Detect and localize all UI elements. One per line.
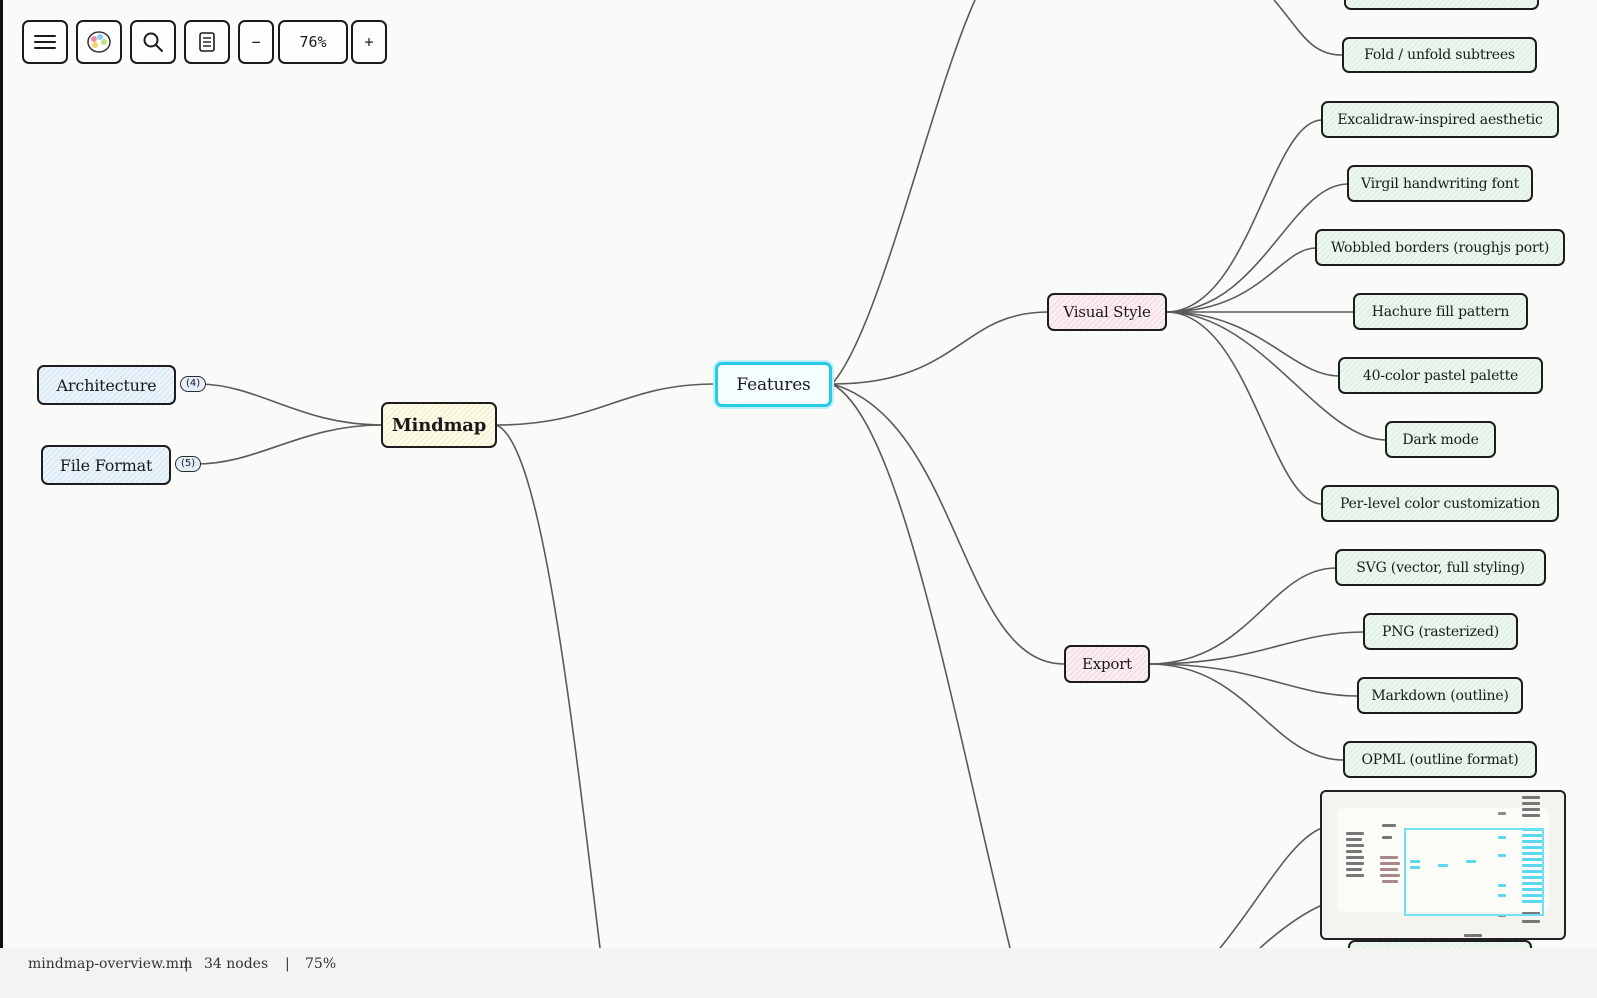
edge-export-svg [1148, 567, 1337, 665]
menu-button[interactable] [22, 20, 68, 64]
minimap-line [1382, 836, 1392, 839]
zoom-level-display[interactable]: 76% [278, 20, 348, 64]
node-mindmap-root[interactable]: Mindmap [381, 402, 497, 448]
edge-lower-1 [1219, 827, 1323, 949]
collapsed-count-badge-file-format[interactable]: (5) [175, 456, 202, 472]
minimap[interactable] [1320, 790, 1566, 940]
node-visual-style[interactable]: Visual Style [1047, 293, 1167, 331]
edge-export-markdown [1148, 663, 1359, 697]
minimap-line [1382, 880, 1398, 883]
edge-lower-2 [1259, 904, 1323, 949]
node-dark-mode[interactable]: Dark mode [1385, 421, 1496, 458]
node-fold-unfold[interactable]: Fold / unfold subtrees [1342, 37, 1537, 73]
search-icon [143, 32, 163, 52]
minimap-line [1380, 874, 1400, 877]
status-separator: | [285, 956, 290, 972]
status-filename: mindmap-overview.mm [28, 956, 193, 972]
node-excalidraw-aesthetic[interactable]: Excalidraw-inspired aesthetic [1321, 101, 1559, 138]
zoom-in-label: + [364, 33, 374, 51]
node-virgil-font[interactable]: Virgil handwriting font [1347, 165, 1533, 202]
collapsed-count-badge-architecture[interactable]: (4) [180, 376, 207, 392]
minimap-line [1346, 856, 1364, 859]
minimap-line [1380, 856, 1398, 859]
minimap-line [1464, 934, 1482, 937]
status-separator: | [184, 956, 189, 972]
edge-export-png [1148, 631, 1365, 665]
zoom-out-label: − [251, 33, 261, 51]
minimap-line [1380, 862, 1400, 865]
node-per-level-color[interactable]: Per-level color customization [1321, 485, 1559, 522]
minimap-line [1346, 862, 1364, 865]
edge-features-down [831, 383, 1011, 949]
minimap-line [1346, 838, 1362, 841]
outline-button[interactable] [184, 20, 230, 64]
edge-visual-palette [1165, 311, 1341, 377]
node-export-svg[interactable]: SVG (vector, full styling) [1335, 549, 1546, 586]
node-export-opml[interactable]: OPML (outline format) [1343, 741, 1537, 778]
edge-mindmap-fileformat [195, 424, 383, 465]
minimap-line [1346, 850, 1362, 853]
zoom-level-text: 76% [299, 33, 327, 51]
status-zoom: 75% [305, 956, 337, 972]
node-pastel-palette[interactable]: 40-color pastel palette [1338, 357, 1543, 394]
theme-palette-button[interactable] [76, 20, 122, 64]
node-export-markdown[interactable]: Markdown (outline) [1357, 677, 1523, 714]
minimap-line [1522, 814, 1540, 817]
status-node-count: 34 nodes [204, 956, 269, 972]
status-bar: mindmap-overview.mm | 34 nodes | 75% [0, 948, 1597, 998]
minimap-line [1382, 824, 1396, 827]
edge-export-opml [1148, 663, 1345, 761]
minimap-line [1522, 796, 1540, 799]
minimap-line [1346, 874, 1364, 877]
zoom-in-button[interactable]: + [351, 20, 387, 64]
hamburger-menu-icon [34, 35, 56, 49]
node-wobbled-borders[interactable]: Wobbled borders (roughjs port) [1315, 229, 1565, 266]
edge-mindmap-features [495, 383, 717, 426]
node-hachure-fill[interactable]: Hachure fill pattern [1353, 293, 1528, 330]
document-outline-icon [199, 32, 215, 52]
minimap-line [1380, 868, 1398, 871]
minimap-viewport[interactable] [1404, 828, 1544, 916]
minimap-line [1346, 832, 1364, 835]
node-file-format[interactable]: File Format [41, 445, 171, 485]
edge-mindmap-down [495, 424, 601, 949]
edge-features-up [831, 0, 976, 385]
minimap-line [1346, 868, 1362, 871]
edge-fold [1273, 0, 1343, 56]
node-export[interactable]: Export [1064, 645, 1150, 683]
node-truncated-top[interactable] [1344, 0, 1539, 10]
minimap-line [1522, 808, 1540, 811]
minimap-line [1522, 920, 1540, 923]
minimap-line [1522, 802, 1540, 805]
zoom-out-button[interactable]: − [238, 20, 274, 64]
minimap-line [1498, 812, 1506, 815]
node-export-png[interactable]: PNG (rasterized) [1363, 613, 1518, 650]
node-features[interactable]: Features [715, 362, 832, 407]
color-palette-icon [87, 31, 111, 53]
search-button[interactable] [130, 20, 176, 64]
edge-mindmap-architecture [199, 383, 383, 426]
node-architecture[interactable]: Architecture [37, 365, 176, 405]
edge-visual-excalidraw [1165, 119, 1323, 313]
minimap-line [1346, 844, 1364, 847]
